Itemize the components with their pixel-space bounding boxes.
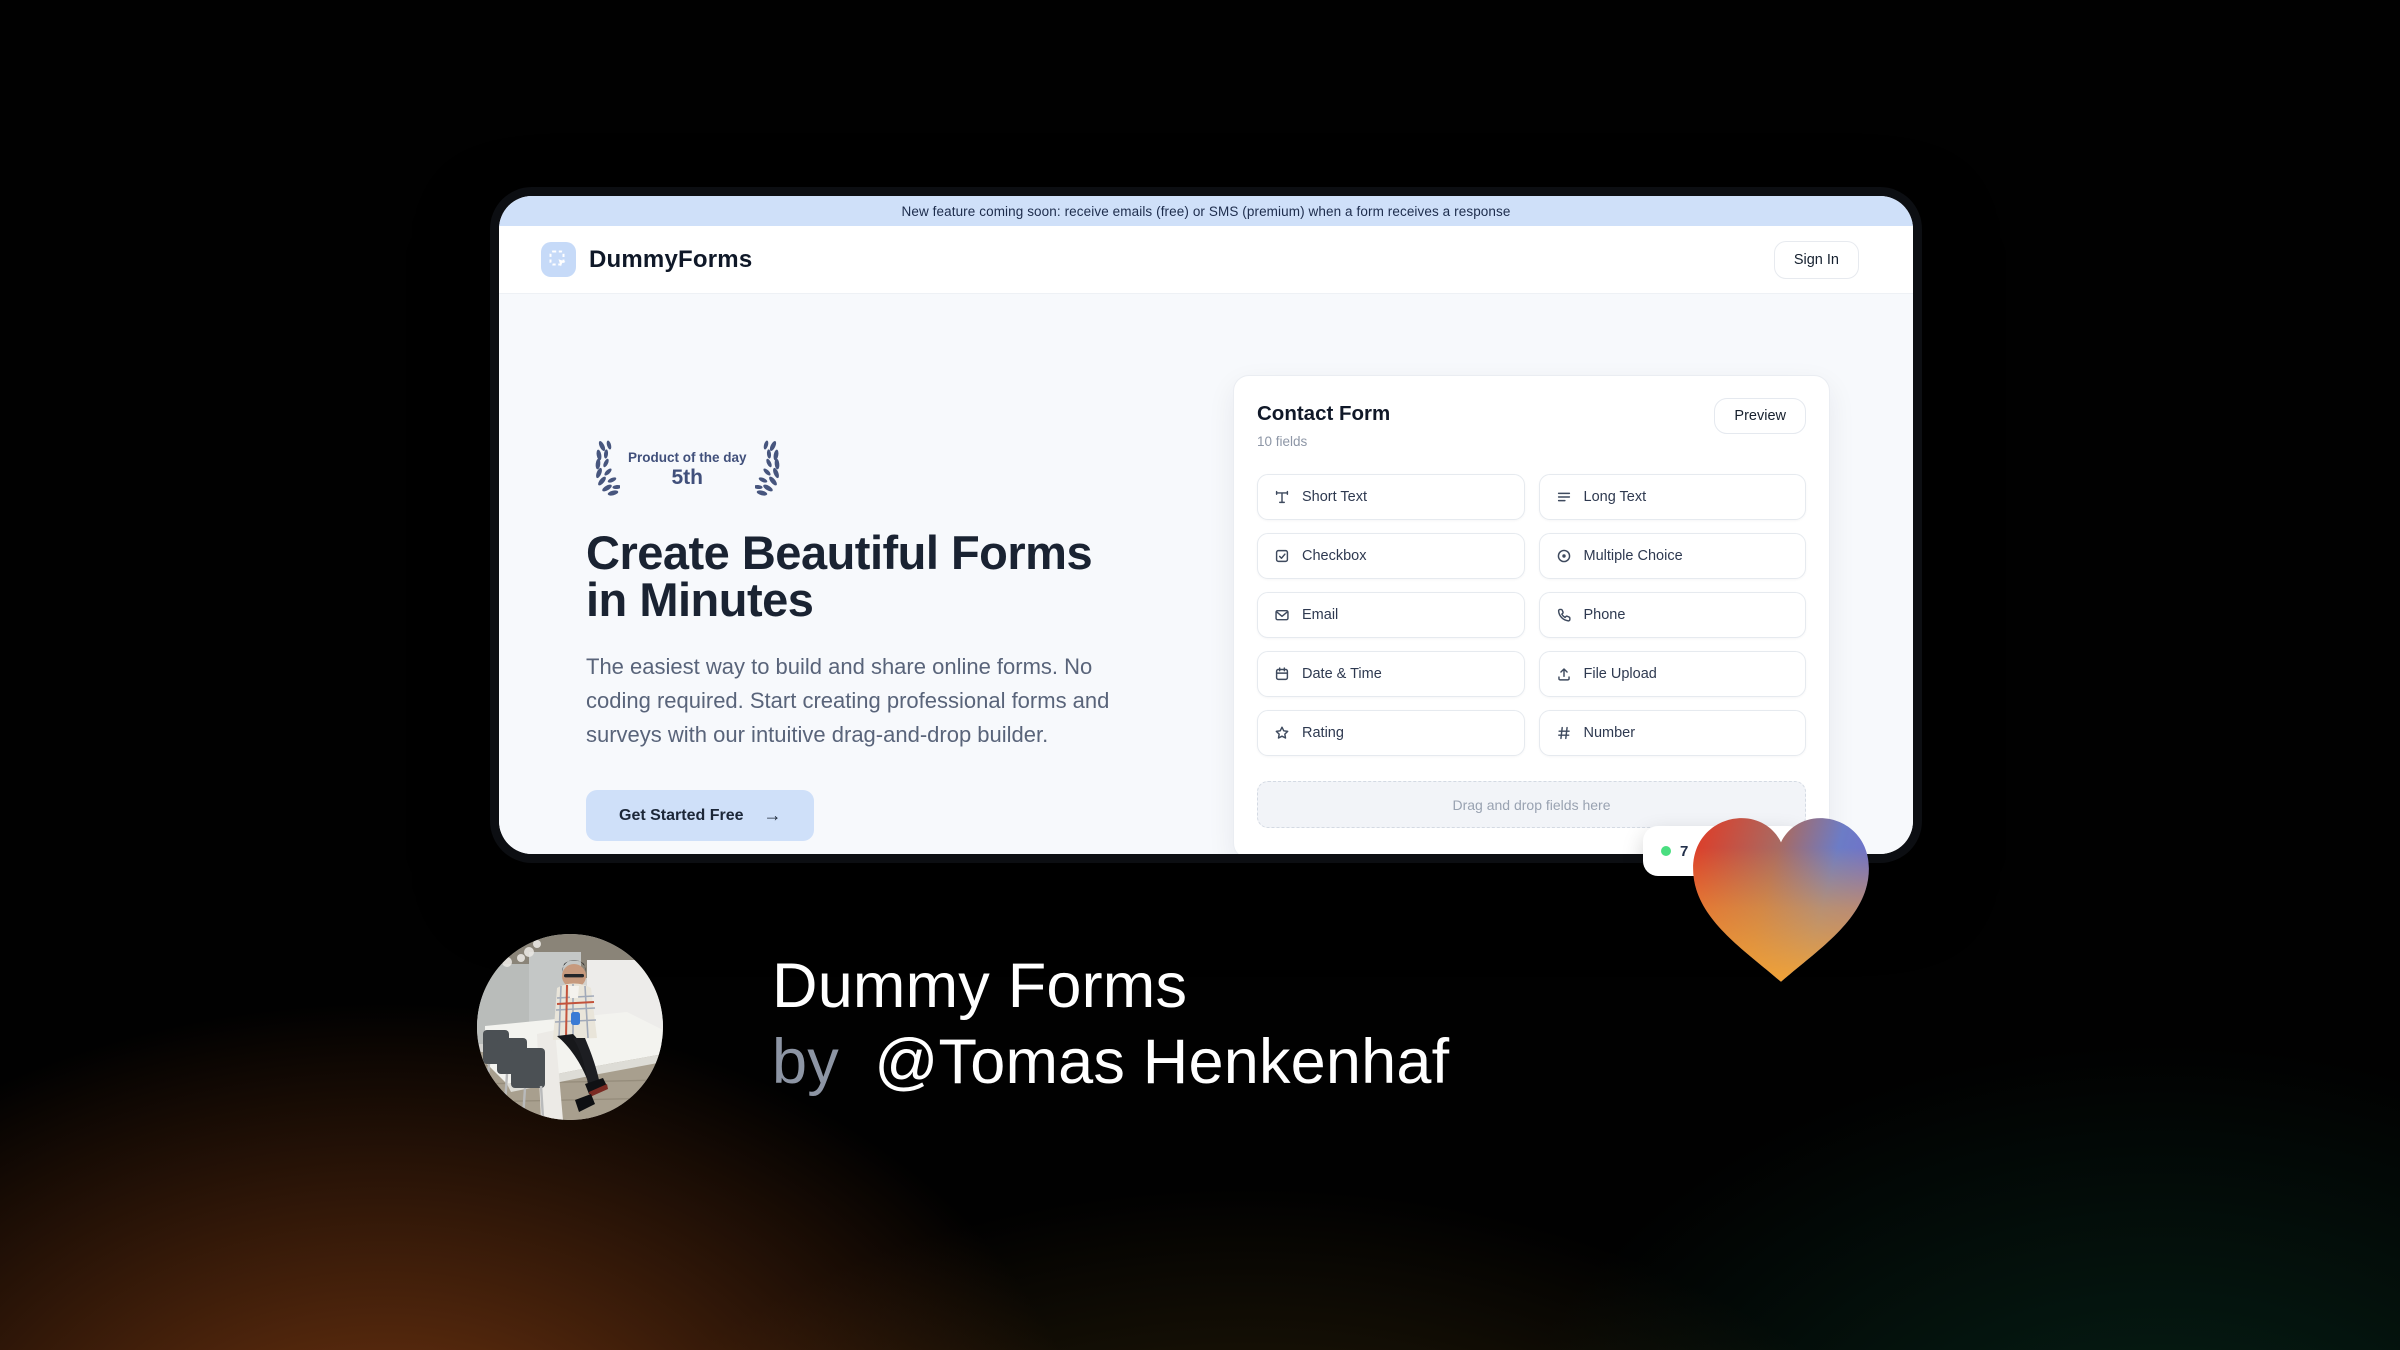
multiple-choice-icon bbox=[1555, 547, 1573, 565]
form-field-count: 10 fields bbox=[1257, 434, 1308, 449]
hero-description: The easiest way to build and share onlin… bbox=[586, 653, 1110, 748]
laurel-left-icon bbox=[586, 436, 622, 503]
caption-handle bbox=[857, 1027, 875, 1097]
gradient-heart-icon bbox=[1680, 806, 1882, 998]
short-text-icon bbox=[1273, 488, 1291, 506]
hero-section: Product of the day 5th Create Beautiful … bbox=[586, 436, 1171, 842]
announcement-text: New feature coming soon: receive emails … bbox=[901, 203, 1511, 219]
cta-label: Get Started Free bbox=[619, 806, 744, 824]
field-type-label: Checkbox bbox=[1302, 548, 1367, 564]
field-type-label: Number bbox=[1583, 725, 1636, 741]
caption-by: by bbox=[772, 1027, 839, 1097]
checkbox-icon bbox=[1273, 547, 1291, 565]
get-started-button[interactable]: Get Started Free → bbox=[586, 790, 815, 842]
award-text: Product of the day 5th bbox=[628, 450, 747, 490]
field-type-rating[interactable]: Rating bbox=[1257, 710, 1525, 756]
caption-text: Dummy Forms by @Tomas Henkenhaf bbox=[772, 948, 1449, 1100]
rating-icon bbox=[1273, 724, 1291, 742]
number-icon bbox=[1555, 724, 1573, 742]
dropzone-text: Drag and drop fields here bbox=[1452, 796, 1611, 813]
file-upload-icon bbox=[1555, 665, 1573, 683]
field-type-long-text[interactable]: Long Text bbox=[1538, 474, 1806, 520]
preview-button[interactable]: Preview bbox=[1714, 398, 1806, 434]
phone-icon bbox=[1555, 606, 1573, 624]
field-type-label: Multiple Choice bbox=[1583, 548, 1683, 564]
field-type-number[interactable]: Number bbox=[1538, 710, 1806, 756]
laurel-right-icon bbox=[752, 436, 789, 503]
field-type-file-upload[interactable]: File Upload bbox=[1538, 651, 1806, 697]
field-type-checkbox[interactable]: Checkbox bbox=[1257, 533, 1525, 579]
field-type-label: Email bbox=[1302, 607, 1339, 623]
field-type-label: Phone bbox=[1583, 607, 1626, 623]
product-of-the-day-badge: Product of the day 5th bbox=[586, 436, 1171, 503]
site-body: Product of the day 5th Create Beautiful … bbox=[499, 294, 1913, 854]
arrow-right-icon: → bbox=[763, 805, 782, 826]
online-dot-icon bbox=[1661, 846, 1671, 856]
award-title: Product of the day bbox=[628, 449, 747, 465]
site-page: New feature coming soon: receive emails … bbox=[499, 196, 1913, 854]
long-text-icon bbox=[1555, 488, 1573, 506]
email-icon bbox=[1273, 606, 1291, 624]
award-rank: 5th bbox=[671, 465, 704, 489]
field-type-label: Date & Time bbox=[1302, 666, 1382, 682]
brand-logo[interactable]: DummyForms bbox=[541, 242, 752, 277]
field-type-multiple-choice[interactable]: Multiple Choice bbox=[1538, 533, 1806, 579]
browser-window: New feature coming soon: receive emails … bbox=[490, 187, 1922, 863]
dummyforms-logo-icon bbox=[541, 242, 576, 277]
author-avatar bbox=[477, 934, 663, 1120]
caption-line2: by @Tomas Henkenhaf bbox=[772, 1024, 1449, 1100]
caption-author: @Tomas Henkenhaf bbox=[874, 1027, 1450, 1097]
form-builder-card: Contact Form 10 fields Preview Short Tex… bbox=[1233, 375, 1830, 854]
field-type-phone[interactable]: Phone bbox=[1538, 592, 1806, 638]
date-time-icon bbox=[1273, 665, 1291, 683]
brand-name: DummyForms bbox=[589, 245, 753, 273]
field-type-short-text[interactable]: Short Text bbox=[1257, 474, 1525, 520]
field-types-grid: Short Text Long Text Checkbox Multiple Choi… bbox=[1257, 474, 1806, 756]
field-type-label: Short Text bbox=[1302, 489, 1368, 505]
field-type-label: File Upload bbox=[1583, 666, 1657, 682]
hero-title: Create Beautiful Forms in Minutes bbox=[586, 526, 1093, 627]
sign-in-button[interactable]: Sign In bbox=[1773, 240, 1859, 279]
caption-line1: Dummy Forms bbox=[772, 951, 1188, 1021]
field-type-email[interactable]: Email bbox=[1257, 592, 1525, 638]
announcement-banner[interactable]: New feature coming soon: receive emails … bbox=[499, 196, 1913, 226]
field-type-label: Long Text bbox=[1583, 489, 1647, 505]
field-type-date-time[interactable]: Date & Time bbox=[1257, 651, 1525, 697]
field-type-label: Rating bbox=[1302, 725, 1344, 741]
site-header: DummyForms Sign In bbox=[499, 226, 1913, 294]
